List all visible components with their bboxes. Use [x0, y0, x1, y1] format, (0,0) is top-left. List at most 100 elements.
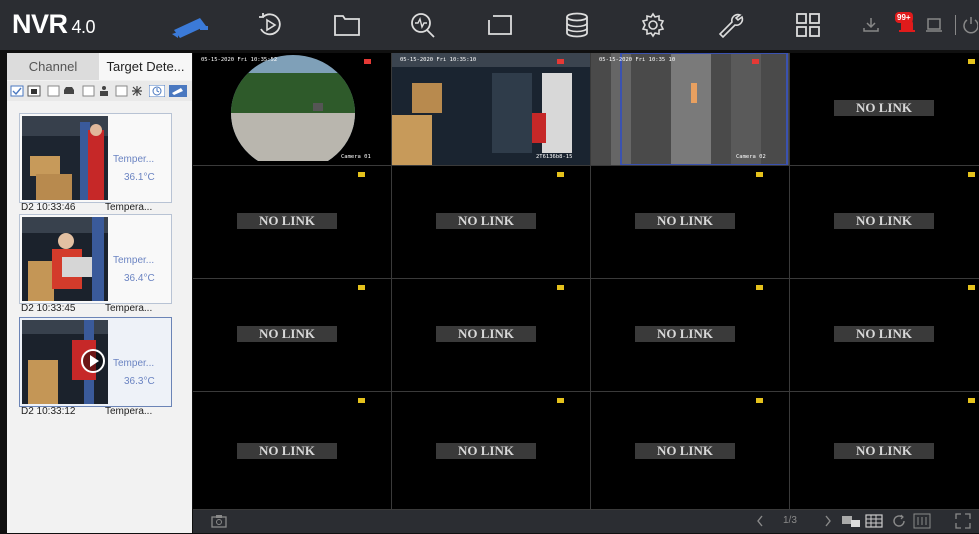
- channel-view[interactable]: NO LINK: [790, 279, 979, 392]
- page-indicator: 1/3: [783, 515, 797, 526]
- no-link-label: NO LINK: [436, 443, 536, 459]
- channel-flag-icon: [756, 285, 763, 290]
- osd-timestamp: 05-15-2020 Fri 10:35 10: [599, 57, 676, 63]
- search-icon[interactable]: [408, 11, 438, 39]
- no-link-label: NO LINK: [436, 213, 536, 229]
- channel-view[interactable]: NO LINK: [591, 166, 790, 279]
- record-flag-icon: [752, 59, 759, 64]
- download-icon[interactable]: [862, 16, 880, 39]
- channel-view[interactable]: NO LINK: [392, 392, 591, 510]
- channel-view[interactable]: NO LINK: [591, 279, 790, 392]
- event-snapshot[interactable]: [22, 217, 108, 301]
- nvr-logo: NVR 4.0: [12, 9, 96, 39]
- channel-flag-icon: [968, 59, 975, 64]
- temperature-value: 36.1°C: [124, 172, 155, 183]
- no-link-label: NO LINK: [834, 100, 934, 116]
- power-icon[interactable]: [962, 16, 979, 39]
- screen-icon[interactable]: [485, 11, 515, 39]
- event-time: D2 10:33:46: [21, 202, 76, 213]
- event-card[interactable]: Temper... 36.1°C: [19, 113, 172, 203]
- channel-zero-icon[interactable]: [913, 513, 931, 534]
- camera-name: 2T6136b8-15: [536, 154, 573, 160]
- no-link-label: NO LINK: [237, 213, 337, 229]
- channel-flag-icon: [968, 398, 975, 403]
- no-link-label: NO LINK: [436, 326, 536, 342]
- channel-view[interactable]: NO LINK: [193, 279, 392, 392]
- settings-icon[interactable]: [638, 11, 668, 39]
- channel-view[interactable]: NO LINK: [790, 166, 979, 279]
- channel-view[interactable]: NO LINK: [193, 166, 392, 279]
- capture-icon[interactable]: [211, 514, 227, 533]
- person-icon[interactable]: [97, 84, 111, 96]
- alarm-count-badge: 99+: [895, 12, 913, 23]
- event-card-selected[interactable]: Temper... 36.3°C: [19, 317, 172, 407]
- no-link-label: NO LINK: [834, 326, 934, 342]
- no-link-label: NO LINK: [237, 326, 337, 342]
- temperature-value: 36.4°C: [124, 273, 155, 284]
- temperature-label: Temper...: [113, 154, 155, 165]
- channel-view[interactable]: 05-15-2020 Fri 10:35 10 Camera 02: [591, 53, 790, 166]
- channel-view[interactable]: NO LINK: [392, 279, 591, 392]
- vehicle-checkbox-icon[interactable]: [47, 84, 61, 97]
- channel-view[interactable]: 05-15-2020 Fri 10:35:10 2T6136b8-15: [392, 53, 591, 166]
- record-flag-icon: [557, 59, 564, 64]
- event-type: Tempera...: [105, 303, 153, 314]
- channel-flag-icon: [756, 398, 763, 403]
- human-filter-icon[interactable]: [10, 84, 24, 97]
- clock-filter-icon[interactable]: [148, 84, 166, 98]
- prev-page-icon[interactable]: [755, 514, 765, 533]
- event-snapshot[interactable]: [22, 320, 108, 404]
- channel-view[interactable]: NO LINK: [591, 392, 790, 510]
- grid-view-icon[interactable]: [793, 11, 823, 39]
- event-card[interactable]: Temper... 36.4°C: [19, 214, 172, 304]
- event-filter-bar: [7, 81, 192, 101]
- thermometer-icon[interactable]: [130, 84, 144, 96]
- camera-filter-icon[interactable]: [169, 84, 187, 97]
- output-switch-icon[interactable]: [841, 514, 861, 533]
- behavior-checkbox-icon[interactable]: [82, 84, 96, 97]
- channel-flag-icon: [358, 285, 365, 290]
- camera-name: Camera 01: [341, 154, 371, 160]
- top-toolbar: NVR 4.0 99+: [0, 0, 979, 50]
- temperature-value: 36.3°C: [124, 376, 155, 387]
- playback-icon[interactable]: [255, 11, 285, 39]
- no-link-label: NO LINK: [635, 443, 735, 459]
- folder-icon[interactable]: [332, 11, 362, 39]
- face-filter-icon[interactable]: [27, 84, 41, 97]
- fullscreen-icon[interactable]: [955, 513, 971, 534]
- vehicle-icon[interactable]: [62, 84, 76, 96]
- bottom-toolbar: 1/3: [193, 510, 979, 533]
- channel-flag-icon: [968, 172, 975, 177]
- storage-icon[interactable]: [562, 11, 592, 39]
- tab-target-detection[interactable]: Target Dete...: [99, 53, 192, 80]
- no-link-label: NO LINK: [635, 326, 735, 342]
- event-time: D2 10:33:12: [21, 406, 76, 417]
- temperature-checkbox-icon[interactable]: [115, 84, 129, 97]
- channel-view[interactable]: NO LINK: [790, 53, 979, 166]
- channel-flag-icon: [358, 398, 365, 403]
- channel-view[interactable]: NO LINK: [392, 166, 591, 279]
- osd-timestamp: 05-15-2020 Fri 10:35:10: [400, 57, 477, 63]
- channel-view[interactable]: NO LINK: [790, 392, 979, 510]
- screenshot-icon[interactable]: [925, 16, 943, 39]
- channel-flag-icon: [557, 172, 564, 177]
- refresh-icon[interactable]: [891, 514, 907, 533]
- record-flag-icon: [364, 59, 371, 64]
- channel-flag-icon: [358, 172, 365, 177]
- tab-channel[interactable]: Channel: [7, 53, 99, 80]
- sidebar-tabs: Channel Target Dete...: [7, 53, 192, 80]
- channel-view[interactable]: 05-15-2020 Fri 10:35:52 Camera 01: [193, 53, 392, 166]
- toolbar-divider: [955, 15, 956, 35]
- channel-flag-icon: [557, 285, 564, 290]
- channel-view[interactable]: NO LINK: [193, 392, 392, 510]
- event-type: Tempera...: [105, 202, 153, 213]
- temperature-label: Temper...: [113, 358, 155, 369]
- next-page-icon[interactable]: [823, 514, 833, 533]
- layout-icon[interactable]: [865, 514, 883, 533]
- channel-flag-icon: [557, 398, 564, 403]
- play-icon[interactable]: [80, 348, 106, 374]
- maintenance-icon[interactable]: [716, 11, 746, 39]
- camera-icon[interactable]: [170, 12, 214, 45]
- event-snapshot[interactable]: [22, 116, 108, 200]
- no-link-label: NO LINK: [834, 213, 934, 229]
